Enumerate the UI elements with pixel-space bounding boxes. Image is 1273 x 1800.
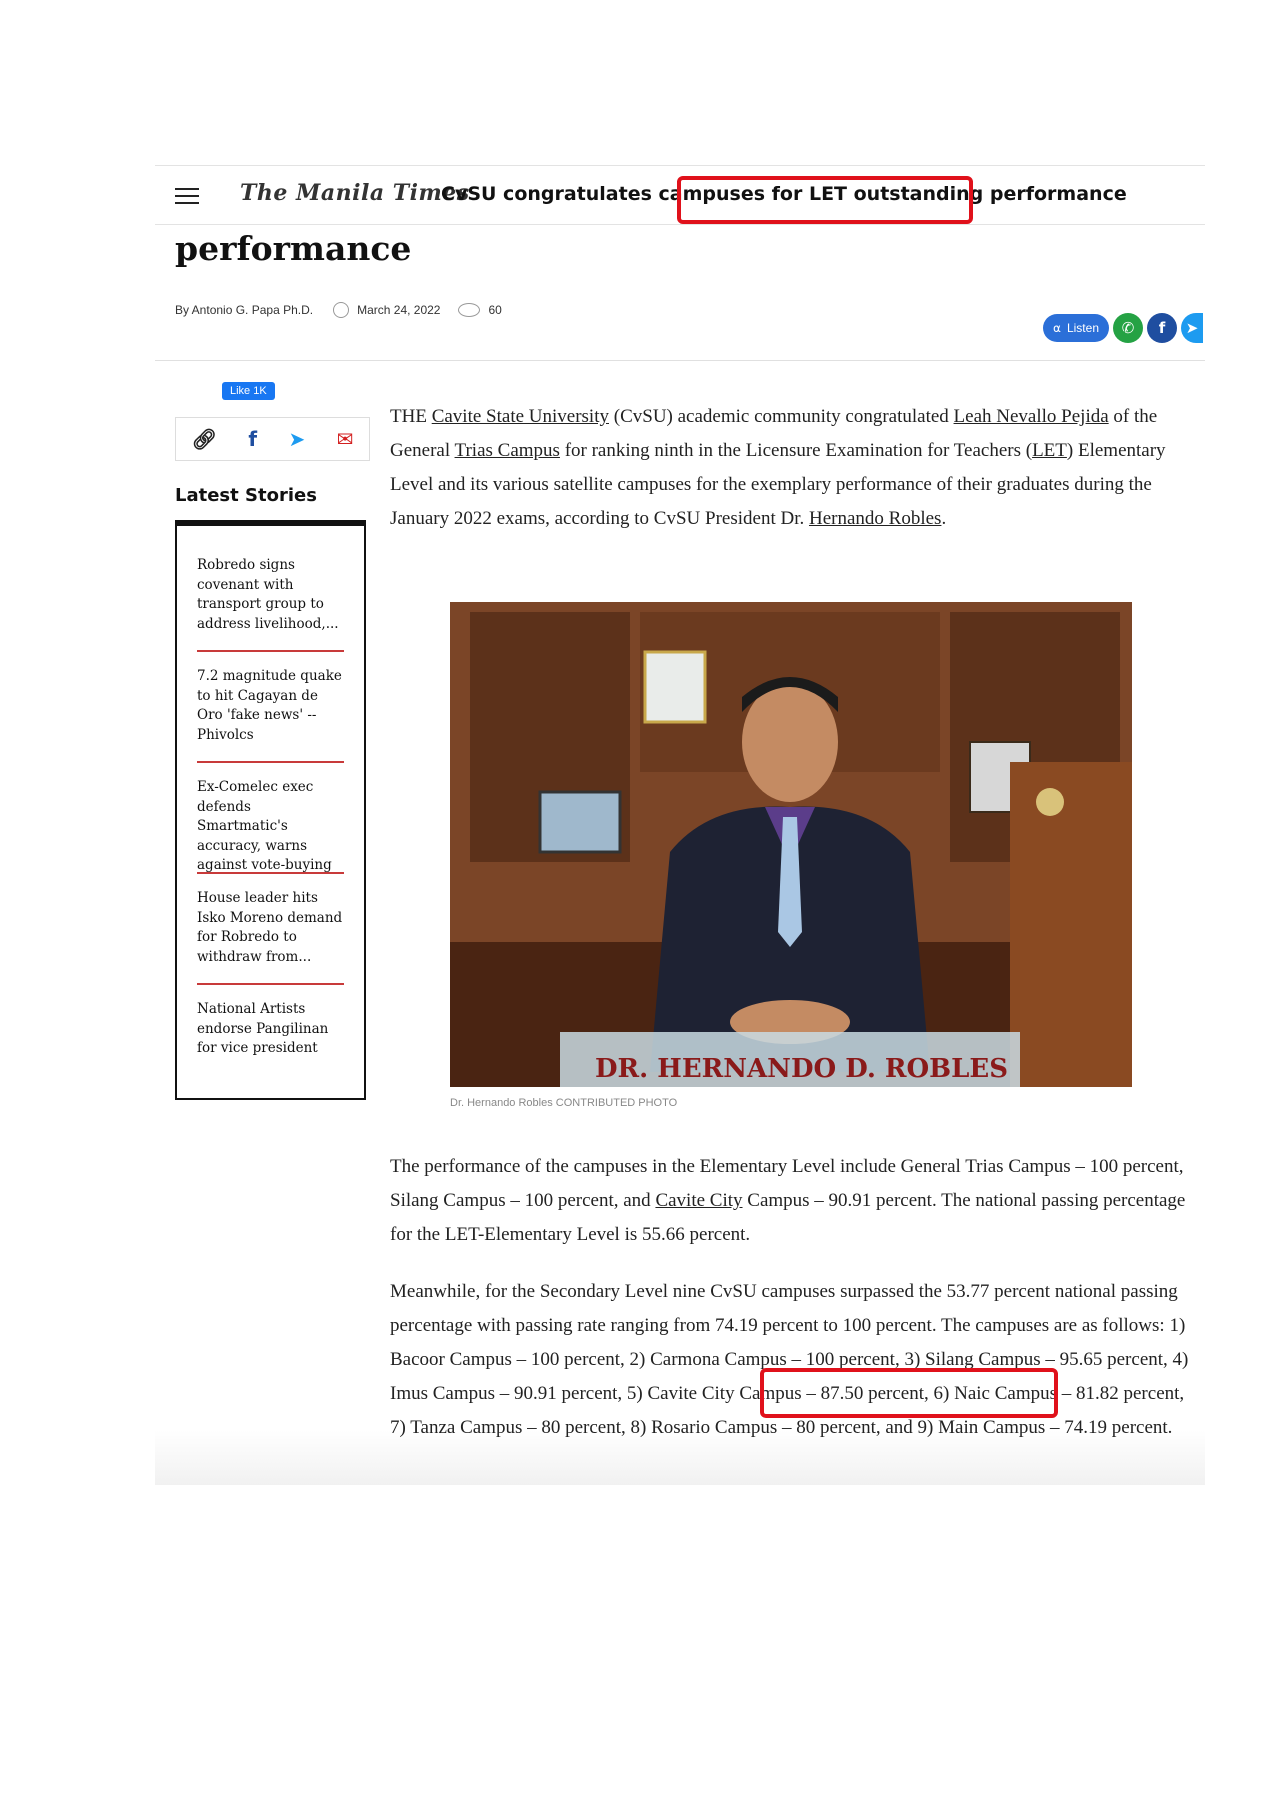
nameplate-text: DR. HERNANDO D. ROBLES bbox=[595, 1054, 1008, 1084]
text: (CvSU) academic community congratulated bbox=[609, 406, 954, 427]
highlight-box-title bbox=[677, 176, 973, 224]
list-item[interactable]: Robredo signs covenant with transport gr… bbox=[197, 556, 344, 652]
author[interactable]: By Antonio G. Papa Ph.D. bbox=[175, 303, 313, 317]
list-item[interactable]: House leader hits Isko Moreno demand for… bbox=[197, 889, 344, 985]
link-icon[interactable]: 🔗︎ bbox=[192, 427, 217, 451]
link-cavite-city[interactable]: Cavite City bbox=[655, 1190, 742, 1211]
highlight-box-imus bbox=[760, 1368, 1058, 1418]
listen-button[interactable]: ⍺ Listen bbox=[1043, 314, 1109, 342]
email-share-icon[interactable]: ✉ bbox=[337, 427, 354, 451]
list-item[interactable]: National Artists endorse Pangilinan for … bbox=[197, 1000, 344, 1094]
article-paragraph-1: THE Cavite State University (CvSU) acade… bbox=[390, 400, 1190, 536]
link-leah-nevallo-pejida[interactable]: Leah Nevallo Pejida bbox=[954, 406, 1109, 427]
share-icons-row: 🔗︎ f ➤ ✉ bbox=[175, 417, 370, 461]
list-item[interactable]: Ex-Comelec exec defends Smartmatic's acc… bbox=[197, 778, 344, 874]
listen-label: Listen bbox=[1066, 321, 1099, 335]
article-photo: DR. HERNANDO D. ROBLES bbox=[450, 602, 1132, 1087]
facebook-share-icon[interactable]: f bbox=[248, 427, 257, 451]
link-cavite-state-university[interactable]: Cavite State University bbox=[432, 406, 609, 427]
portrait-illustration: DR. HERNANDO D. ROBLES bbox=[450, 602, 1132, 1087]
publish-date: March 24, 2022 bbox=[357, 303, 441, 317]
whatsapp-icon[interactable]: ✆ bbox=[1113, 313, 1143, 343]
latest-stories-list: Robredo signs covenant with transport gr… bbox=[175, 520, 366, 1100]
text: for ranking ninth in the Licensure Exami… bbox=[559, 440, 1033, 461]
site-logo[interactable]: The Manila Times bbox=[240, 180, 470, 206]
facebook-like-button[interactable]: Like 1K bbox=[222, 382, 275, 400]
facebook-icon[interactable]: f bbox=[1147, 313, 1177, 343]
photo-caption: Dr. Hernando Robles CONTRIBUTED PHOTO bbox=[450, 1097, 678, 1109]
link-trias-campus[interactable]: Trias Campus bbox=[455, 440, 560, 461]
headphones-icon: ⍺ bbox=[1053, 321, 1061, 335]
list-item[interactable]: 7.2 magnitude quake to hit Cagayan de Or… bbox=[197, 667, 344, 763]
clock-icon bbox=[333, 302, 350, 318]
article-paragraph-2: The performance of the campuses in the E… bbox=[390, 1150, 1190, 1252]
header-divider bbox=[155, 360, 1205, 361]
link-hernando-robles[interactable]: Hernando Robles bbox=[809, 508, 941, 529]
page-title: performance bbox=[175, 229, 412, 268]
byline: By Antonio G. Papa Ph.D. March 24, 2022 … bbox=[175, 302, 502, 318]
twitter-icon[interactable]: ➤ bbox=[1181, 313, 1203, 343]
twitter-share-icon[interactable]: ➤ bbox=[288, 427, 305, 451]
article-paragraph-3: Meanwhile, for the Secondary Level nine … bbox=[390, 1281, 1189, 1438]
latest-stories-heading: Latest Stories bbox=[175, 485, 317, 506]
link-let[interactable]: LET bbox=[1032, 440, 1067, 461]
view-count: 60 bbox=[488, 303, 502, 317]
text: . bbox=[941, 508, 947, 529]
views-icon bbox=[458, 303, 481, 317]
text: THE bbox=[390, 406, 432, 427]
share-bar: ⍺ Listen ✆ f ➤ bbox=[1043, 313, 1203, 343]
menu-icon[interactable] bbox=[175, 188, 199, 204]
